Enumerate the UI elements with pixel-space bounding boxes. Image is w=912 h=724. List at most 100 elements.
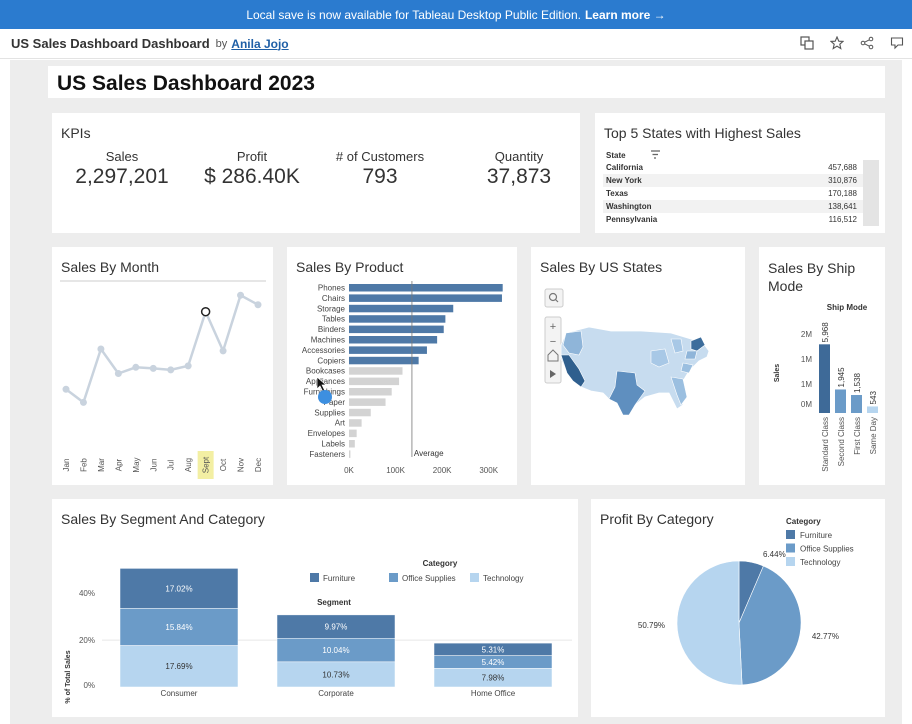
state-sales: 170,188 bbox=[828, 189, 857, 198]
line-point bbox=[149, 364, 157, 372]
state-name: California bbox=[606, 163, 643, 172]
legend-swatch bbox=[786, 543, 795, 553]
ship-bar-label: 543 bbox=[869, 391, 878, 405]
viz-title: US Sales Dashboard Dashboard bbox=[11, 36, 210, 51]
ship-mode-header: Ship Mode bbox=[827, 303, 868, 312]
product-bar bbox=[349, 388, 392, 396]
ship-bar-label: 1,945 bbox=[837, 367, 846, 388]
segment-value-label: 7.98% bbox=[482, 674, 505, 683]
sales-line bbox=[65, 293, 259, 405]
legend-label: Technology bbox=[483, 574, 523, 583]
profit-by-category-panel: Profit By Category Category Furniture Offi… bbox=[591, 499, 885, 717]
product-bar bbox=[349, 408, 371, 417]
table-row[interactable]: California 457,688 bbox=[603, 161, 873, 174]
month-tick-label: Jul bbox=[167, 460, 176, 470]
legend-swatch bbox=[310, 573, 319, 582]
product-bar-chart[interactable]: PhonesChairsStorage TablesBinders Machines… bbox=[287, 247, 517, 485]
segment-stacked-bar-chart[interactable]: Category Furniture Office Supplies Technolo… bbox=[52, 499, 578, 717]
segment-ylabel: % of Total Sales bbox=[65, 650, 72, 703]
comment-icon[interactable] bbox=[888, 34, 906, 52]
product-bar bbox=[349, 346, 427, 354]
month-tick-label: Sept bbox=[202, 456, 211, 473]
profit-pie-chart[interactable]: Category Furniture Office Supplies Technolo… bbox=[591, 499, 885, 717]
top5-title: Top 5 States with Highest Sales bbox=[604, 125, 801, 141]
segment-category-label: Corporate bbox=[318, 689, 354, 698]
ship-category-label: Standard Class bbox=[821, 417, 830, 472]
x-tick-label: 100K bbox=[386, 466, 405, 475]
segment-category-label: Consumer bbox=[161, 689, 198, 698]
legend-title: Category bbox=[786, 517, 821, 526]
sales-by-state-panel: Sales By US States + − bbox=[531, 247, 745, 485]
kpi-profit[interactable]: Profit $ 286.40K bbox=[199, 149, 305, 189]
kpi-quantity[interactable]: Quantity 37,873 bbox=[469, 149, 569, 189]
state-name: New York bbox=[606, 176, 642, 185]
table-row[interactable]: Pennsylvania 116,512 bbox=[603, 213, 873, 226]
state-sales: 138,641 bbox=[828, 202, 857, 211]
y-tick-label: 0M bbox=[801, 400, 812, 409]
product-label: Accessories bbox=[302, 346, 345, 355]
pie-value-label: 42.77% bbox=[812, 632, 839, 641]
product-bar bbox=[349, 315, 446, 323]
product-bar bbox=[349, 336, 438, 344]
line-point bbox=[200, 306, 211, 317]
legend-label: Office Supplies bbox=[800, 545, 854, 554]
map-zoom-toolbar[interactable]: + − bbox=[544, 316, 562, 384]
line-point bbox=[62, 385, 70, 393]
loading-spinner-icon bbox=[318, 390, 332, 404]
table-scrollbar[interactable] bbox=[863, 160, 879, 226]
month-line-chart[interactable]: Jan Feb Mar Apr May Jun Jul Aug Sept Oct Nov Dec bbox=[52, 247, 273, 485]
segment-value-label: 10.73% bbox=[322, 670, 349, 679]
viz-header: US Sales Dashboard Dashboard by Anila Jo… bbox=[0, 29, 912, 59]
product-label: Fasteners bbox=[309, 450, 345, 459]
segment-header: Segment bbox=[317, 598, 351, 607]
legend-title: Category bbox=[423, 559, 458, 568]
table-row[interactable]: Washington 138,641 bbox=[603, 200, 873, 213]
kpi-title: KPIs bbox=[61, 125, 91, 141]
ship-ylabel: Sales bbox=[774, 364, 781, 382]
sort-icon[interactable] bbox=[651, 150, 661, 161]
month-tick-label: Apr bbox=[114, 458, 123, 471]
pie-slice bbox=[676, 560, 743, 686]
ship-bar-label: 1,538 bbox=[853, 372, 862, 393]
zoom-in-icon: + bbox=[550, 321, 556, 333]
table-row[interactable]: Texas 170,188 bbox=[603, 187, 873, 200]
kpi-label: Profit bbox=[236, 149, 268, 164]
share-icon[interactable] bbox=[858, 34, 876, 52]
state-column-header[interactable]: State bbox=[606, 151, 626, 160]
ship-bar bbox=[819, 344, 830, 413]
state-sales: 310,876 bbox=[828, 176, 857, 185]
product-label: Supplies bbox=[314, 408, 345, 417]
kpi-sales[interactable]: Sales 2,297,201 bbox=[74, 149, 170, 189]
sales-by-product-panel: Sales By Product Phones Chairs Storage Tabl… bbox=[287, 247, 517, 485]
kpi-customers[interactable]: # of Customers 793 bbox=[330, 149, 430, 189]
dashboard-canvas: US Sales Dashboard 2023 KPIs Sales 2,297… bbox=[10, 60, 902, 724]
product-bar bbox=[349, 440, 355, 448]
product-label: Storage bbox=[317, 304, 346, 313]
map-search-button[interactable] bbox=[544, 288, 564, 308]
zoom-out-icon: − bbox=[550, 336, 556, 348]
month-tick-label: Dec bbox=[254, 458, 263, 472]
ship-mode-bar-chart[interactable]: Ship Mode Sales 0M 1M 1M 2M 5,968 Standard Clas… bbox=[759, 247, 885, 485]
product-label: Machines bbox=[311, 336, 345, 345]
us-sales-map[interactable]: + − bbox=[531, 247, 745, 485]
month-tick-label: May bbox=[132, 457, 141, 472]
copy-icon[interactable] bbox=[798, 34, 816, 52]
line-point bbox=[79, 398, 87, 406]
product-bar bbox=[349, 398, 386, 406]
segment-category-label: Home Office bbox=[471, 689, 516, 698]
author-link[interactable]: Anila Jojo bbox=[231, 37, 288, 51]
segment-value-label: 5.42% bbox=[482, 658, 505, 667]
star-icon[interactable] bbox=[828, 34, 846, 52]
segment-value-label: 15.84% bbox=[165, 623, 192, 632]
learn-more-link[interactable]: Learn more → bbox=[585, 8, 666, 22]
ship-category-label: Second Class bbox=[837, 417, 846, 466]
table-row[interactable]: New York 310,876 bbox=[603, 174, 873, 187]
product-bar bbox=[349, 304, 454, 313]
segment-value-label: 17.02% bbox=[165, 584, 192, 593]
month-tick-label: Nov bbox=[237, 458, 246, 472]
ship-bar-label: 5,968 bbox=[821, 322, 830, 343]
kpi-value: 2,297,201 bbox=[75, 165, 169, 188]
line-point bbox=[167, 366, 175, 374]
dashboard-title: US Sales Dashboard 2023 bbox=[57, 72, 315, 95]
average-label: Average bbox=[414, 449, 444, 458]
